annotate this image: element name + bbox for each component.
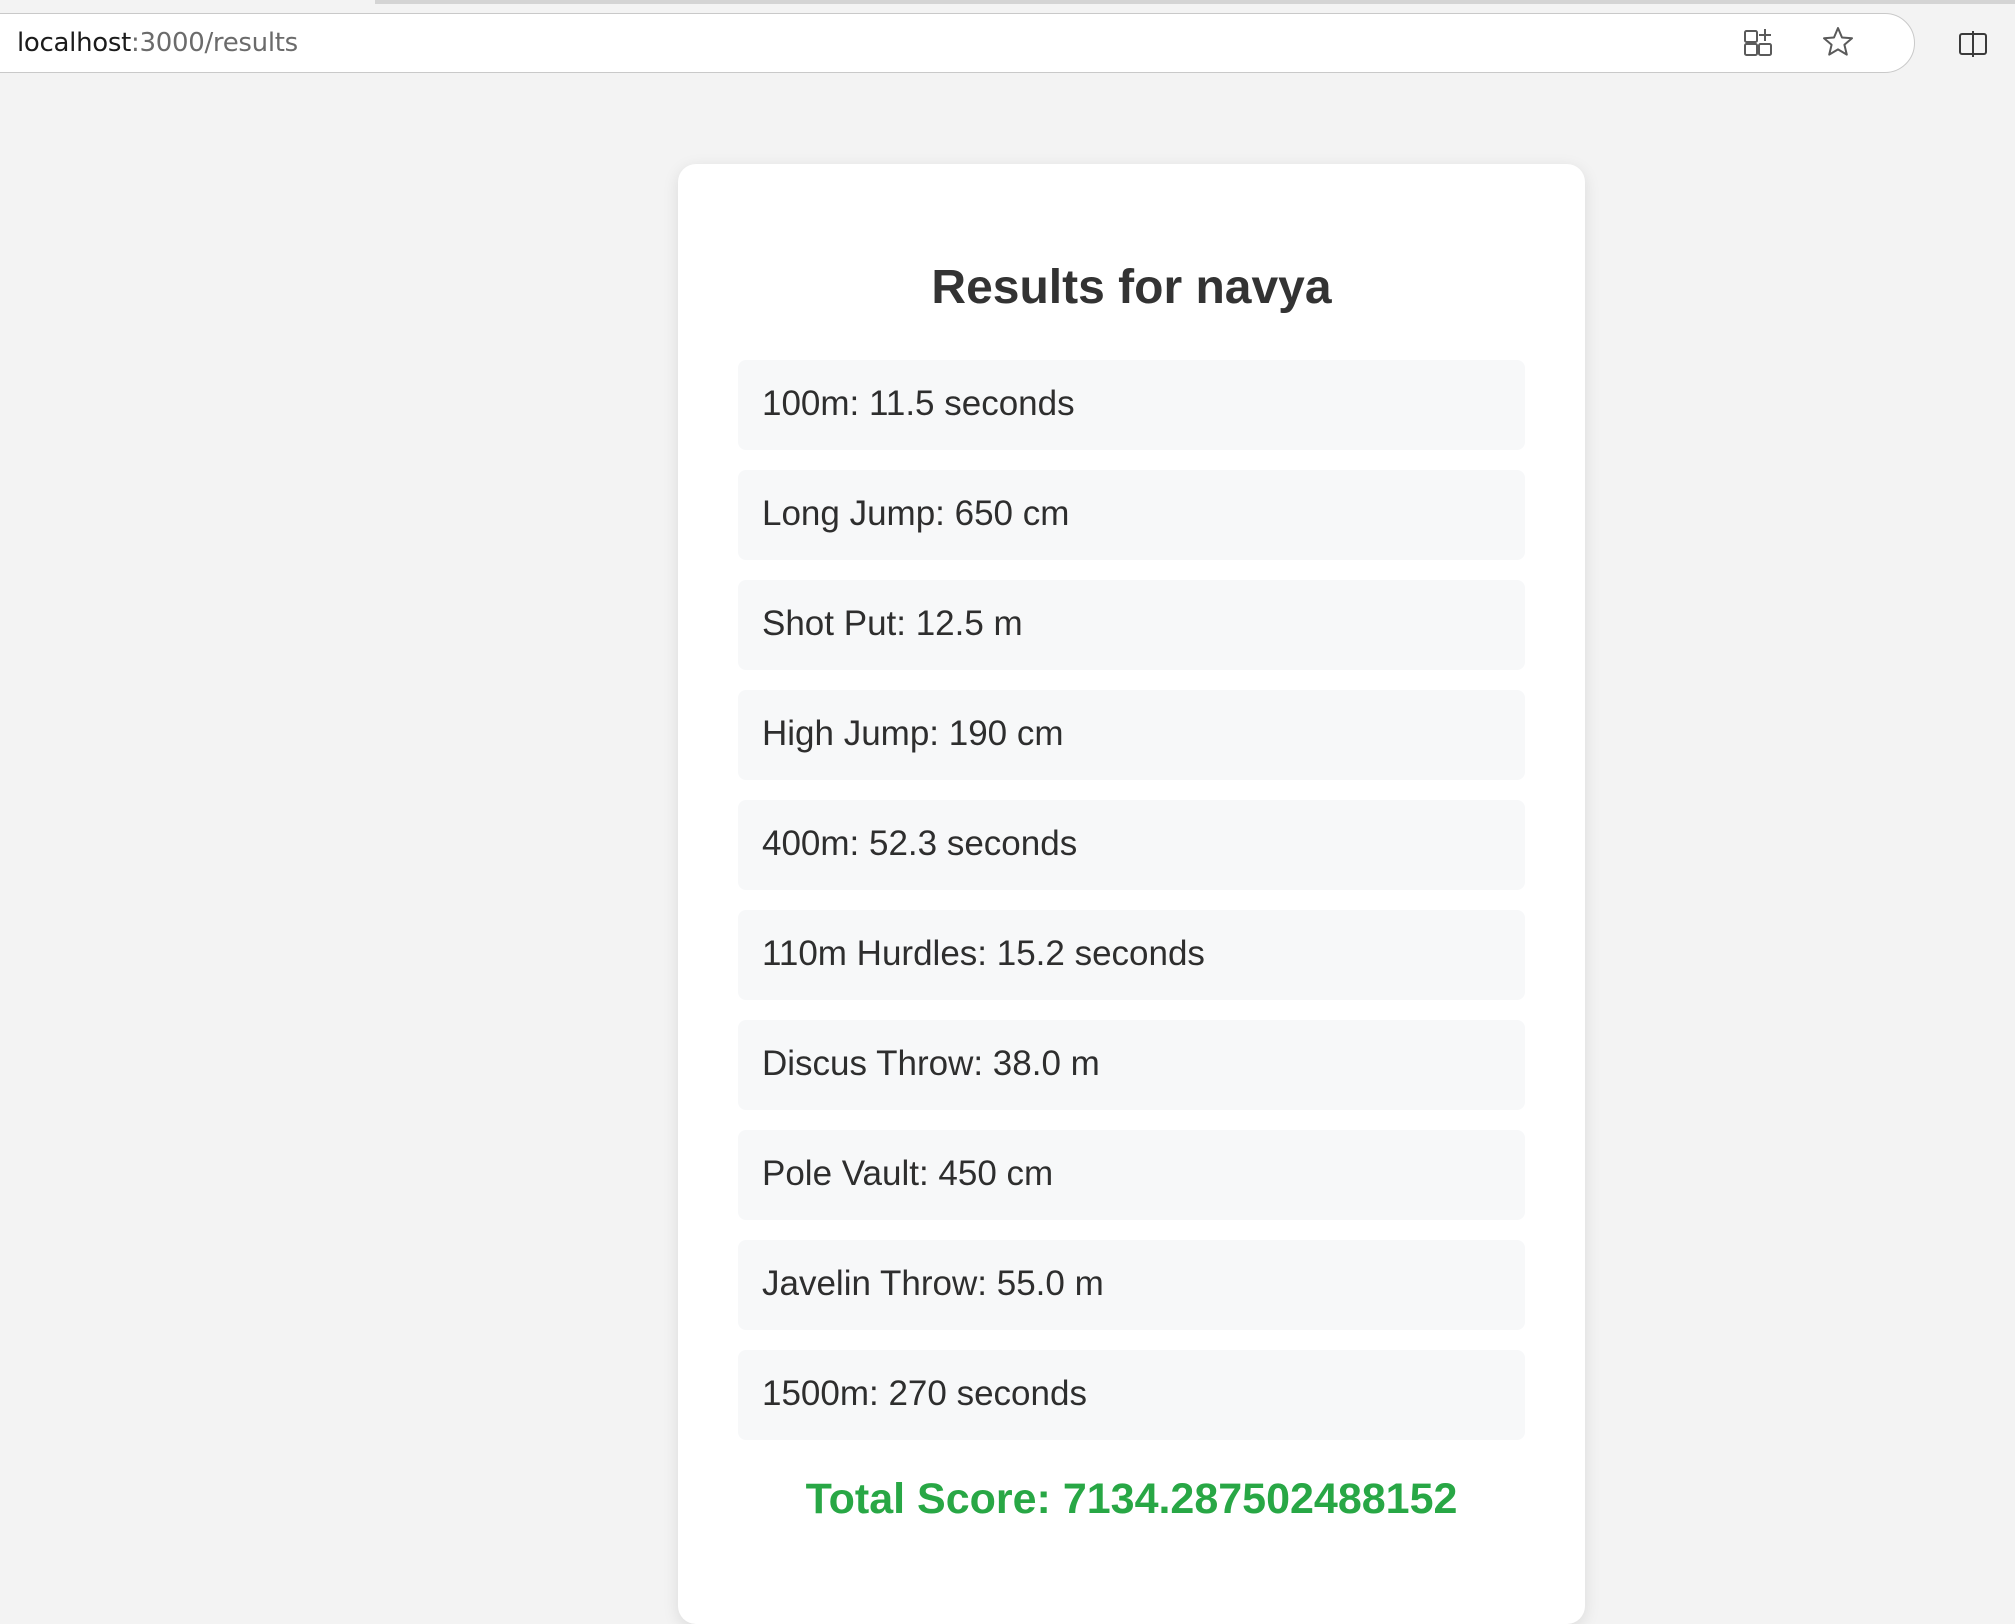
star-icon[interactable]: [1821, 25, 1855, 59]
total-score: Total Score: 7134.287502488152: [805, 1475, 1458, 1523]
url-path: :3000/results: [131, 28, 298, 58]
browser-toolbar: localhost:3000/results: [0, 0, 2015, 90]
add-app-icon[interactable]: [1741, 25, 1775, 59]
result-item: 100m: 11.5 seconds: [738, 360, 1525, 450]
tab-strip-edge: [375, 0, 2015, 4]
result-item: Pole Vault: 450 cm: [738, 1130, 1525, 1220]
results-list: 100m: 11.5 seconds Long Jump: 650 cm Sho…: [738, 360, 1525, 1460]
split-screen-icon[interactable]: [1956, 27, 1990, 61]
results-card: Results for navya 100m: 11.5 seconds Lon…: [678, 164, 1585, 1624]
page-title: Results for navya: [931, 261, 1332, 314]
result-item: Javelin Throw: 55.0 m: [738, 1240, 1525, 1330]
result-item: Long Jump: 650 cm: [738, 470, 1525, 560]
address-bar[interactable]: localhost:3000/results: [0, 13, 1915, 73]
url-text[interactable]: localhost:3000/results: [17, 28, 298, 58]
url-host: localhost: [17, 28, 132, 58]
result-item: Discus Throw: 38.0 m: [738, 1020, 1525, 1110]
result-item: High Jump: 190 cm: [738, 690, 1525, 780]
result-item: 110m Hurdles: 15.2 seconds: [738, 910, 1525, 1000]
result-item: Shot Put: 12.5 m: [738, 580, 1525, 670]
result-item: 1500m: 270 seconds: [738, 1350, 1525, 1440]
result-item: 400m: 52.3 seconds: [738, 800, 1525, 890]
